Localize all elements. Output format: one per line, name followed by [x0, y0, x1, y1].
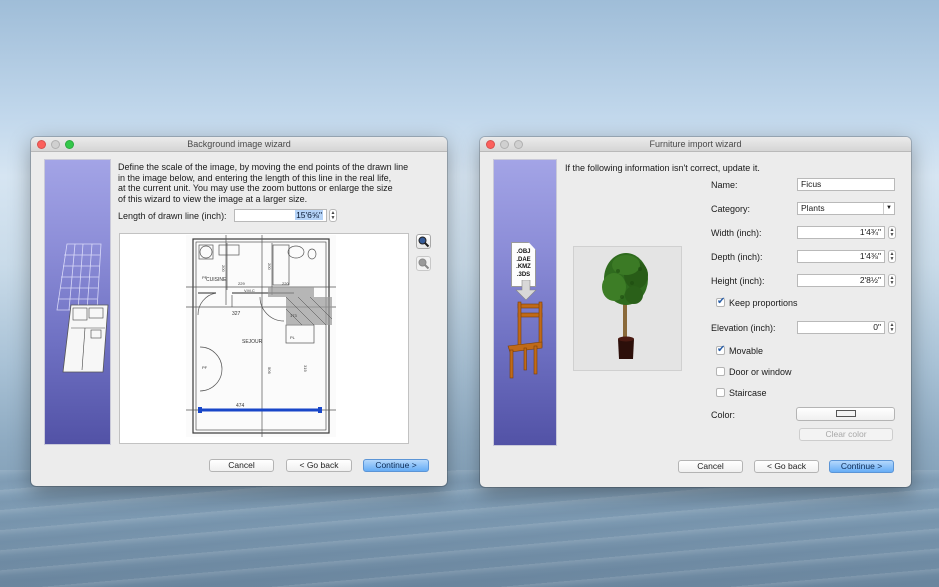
clear-color-button[interactable]: Clear color	[799, 428, 893, 441]
title-bar: Background image wizard	[31, 137, 447, 152]
category-label: Category:	[711, 204, 751, 214]
image-preview-area: CUISINE PF V.M.C 229 220 327 173 SEJOUR …	[119, 233, 409, 444]
category-value: Plants	[801, 203, 825, 213]
color-swatch	[835, 410, 856, 417]
plan-dim-319: 319	[303, 365, 308, 372]
plan-dim-474: 474	[236, 403, 245, 409]
wizard-side-panel	[44, 159, 111, 445]
floor-plan-image[interactable]: CUISINE PF V.M.C 229 220 327 173 SEJOUR …	[186, 235, 336, 437]
width-label: Width (inch):	[711, 228, 762, 238]
plan-label-living: SEJOUR	[242, 339, 263, 345]
plan-label-pf2: PF	[202, 365, 208, 370]
go-back-button[interactable]: < Go back	[286, 459, 352, 472]
window-controls	[37, 140, 74, 149]
depth-stepper[interactable]: ▲ ▼	[888, 250, 896, 263]
continue-button[interactable]: Continue >	[363, 459, 429, 472]
movable-checkbox[interactable]	[716, 344, 725, 355]
color-button[interactable]	[796, 407, 895, 421]
plan-dim-173: 173	[290, 313, 297, 318]
depth-label: Depth (inch):	[711, 252, 763, 262]
floor-plan-illustration-icon	[56, 243, 109, 373]
plan-dim-229: 229	[238, 281, 245, 286]
window-title: Furniture import wizard	[649, 139, 742, 149]
depth-input[interactable]: 1'4⅜"	[797, 250, 885, 263]
door-or-window-label: Door or window	[729, 367, 792, 377]
measure-line-end-handle[interactable]	[318, 407, 322, 413]
height-label: Height (inch):	[711, 276, 765, 286]
width-stepper[interactable]: ▲ ▼	[888, 226, 896, 239]
height-input[interactable]: 2'8½"	[797, 274, 885, 287]
minimize-button[interactable]	[51, 140, 60, 149]
keep-proportions-label: Keep proportions	[729, 298, 798, 308]
plan-label-pf1: PF	[202, 275, 208, 280]
window-controls	[486, 140, 523, 149]
plan-dim-220: 220	[282, 281, 289, 286]
background-image-wizard-window: Background image wizard Define the scale…	[31, 137, 447, 486]
category-select[interactable]: Plants ▼	[797, 202, 895, 215]
keep-proportions-checkbox[interactable]	[716, 296, 725, 307]
elevation-label: Elevation (inch):	[711, 323, 776, 333]
zoom-out-button[interactable]	[416, 256, 431, 271]
staircase-label: Staircase	[729, 388, 767, 398]
close-button[interactable]	[37, 140, 46, 149]
zoom-button[interactable]	[65, 140, 74, 149]
elevation-stepper[interactable]: ▲ ▼	[888, 321, 896, 334]
movable-label: Movable	[729, 346, 764, 356]
color-label: Color:	[711, 410, 736, 420]
zoom-out-icon	[418, 258, 430, 270]
zoom-in-button[interactable]	[416, 234, 431, 249]
desktop-background	[0, 470, 939, 587]
length-stepper[interactable]: ▲ ▼	[329, 209, 337, 222]
plan-dim-506: 506	[267, 367, 272, 374]
wizard-side-panel: .OBJ .DAE .KMZ .3DS	[493, 159, 557, 446]
furniture-import-wizard-window: Furniture import wizard .OBJ .DAE .KMZ .…	[480, 137, 911, 487]
zoom-button[interactable]	[514, 140, 523, 149]
length-label: Length of drawn line (inch):	[118, 211, 227, 221]
ficus-3d-preview	[602, 253, 648, 359]
window-title: Background image wizard	[187, 139, 291, 149]
zoom-in-icon	[418, 236, 430, 248]
chevron-down-icon: ▼	[883, 203, 894, 214]
name-label: Name:	[711, 180, 738, 190]
length-value: 15'6⅝"	[295, 210, 323, 220]
close-button[interactable]	[486, 140, 495, 149]
measure-line-start-handle[interactable]	[198, 407, 202, 413]
instructions-text: Define the scale of the image, by moving…	[118, 162, 409, 204]
model-preview[interactable]	[573, 246, 682, 371]
elevation-input[interactable]: 0"	[797, 321, 885, 334]
plan-label-pl: PL	[290, 335, 296, 340]
intro-text: If the following information isn't corre…	[565, 163, 760, 173]
cancel-button[interactable]: Cancel	[209, 459, 274, 472]
go-back-button[interactable]: < Go back	[754, 460, 819, 473]
door-or-window-checkbox[interactable]	[716, 367, 725, 376]
staircase-checkbox[interactable]	[716, 388, 725, 397]
plan-label-kitchen: CUISINE	[206, 277, 227, 283]
minimize-button[interactable]	[500, 140, 509, 149]
width-input[interactable]: 1'4¾"	[797, 226, 885, 239]
plan-label-vmc: V.M.C	[244, 288, 255, 293]
plan-dim-200b: 200	[267, 263, 272, 270]
plan-dim-327: 327	[232, 311, 241, 317]
cancel-button[interactable]: Cancel	[678, 460, 743, 473]
continue-button[interactable]: Continue >	[829, 460, 894, 473]
title-bar: Furniture import wizard	[480, 137, 911, 152]
name-input[interactable]: Ficus	[797, 178, 895, 191]
length-input[interactable]: 15'6⅝"	[234, 209, 327, 222]
height-stepper[interactable]: ▲ ▼	[888, 274, 896, 287]
plan-dim-200a: 200	[221, 265, 226, 272]
chair-icon	[507, 280, 543, 379]
